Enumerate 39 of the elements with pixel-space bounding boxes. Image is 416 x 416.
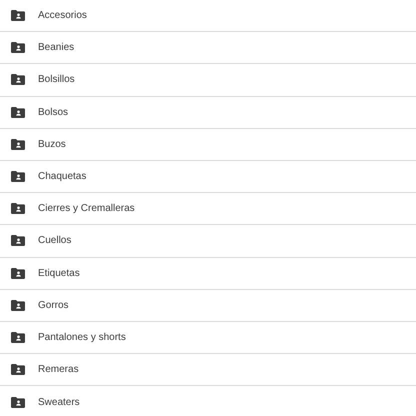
folder-name: Beanies bbox=[38, 41, 74, 56]
shared-folder-icon bbox=[11, 171, 25, 182]
shared-folder-icon bbox=[11, 138, 25, 150]
shared-folder-icon bbox=[11, 10, 25, 22]
folder-name: Cuellos bbox=[38, 234, 72, 248]
shared-folder-icon bbox=[11, 364, 25, 376]
folder-row[interactable]: Bolsos bbox=[0, 96, 416, 129]
folder-row[interactable]: Etiquetas bbox=[0, 258, 416, 290]
folder-row[interactable]: Buzos bbox=[0, 128, 416, 161]
folder-row[interactable]: Cierres y Cremalleras bbox=[0, 193, 416, 226]
folder-name: Sweaters bbox=[38, 396, 80, 410]
shared-folder-icon bbox=[11, 268, 25, 279]
folder-name: Remeras bbox=[38, 363, 79, 378]
folder-row[interactable]: Cuellos bbox=[0, 225, 416, 258]
folder-row[interactable]: Pantalones y shorts bbox=[0, 322, 416, 354]
folder-name: Gorros bbox=[38, 298, 69, 313]
shared-folder-icon bbox=[11, 235, 25, 246]
folder-name: Cierres y Cremalleras bbox=[38, 202, 135, 216]
shared-folder-icon bbox=[11, 42, 25, 54]
folder-name: Bolsos bbox=[38, 106, 68, 120]
folder-row[interactable]: Sweaters bbox=[0, 386, 416, 416]
shared-folder-icon bbox=[11, 106, 25, 118]
folder-row[interactable]: Accesorios bbox=[0, 0, 416, 32]
folder-row[interactable]: Remeras bbox=[0, 354, 416, 386]
folder-name: Pantalones y shorts bbox=[38, 330, 126, 345]
folder-row[interactable]: Gorros bbox=[0, 290, 416, 322]
shared-folder-icon bbox=[11, 300, 25, 311]
folder-row[interactable]: Chaquetas bbox=[0, 160, 416, 194]
folder-name: Bolsillos bbox=[38, 73, 75, 88]
folder-row[interactable]: Beanies bbox=[0, 32, 416, 64]
shared-folder-icon bbox=[11, 74, 25, 86]
shared-folder-icon bbox=[11, 396, 25, 408]
folder-row[interactable]: Bolsillos bbox=[0, 64, 416, 97]
shared-folder-icon bbox=[11, 203, 25, 214]
folder-name: Chaquetas bbox=[38, 170, 86, 184]
folder-name: Buzos bbox=[38, 138, 66, 152]
folder-name: Accesorios bbox=[38, 9, 87, 24]
shared-folder-icon bbox=[11, 332, 25, 343]
folder-name: Etiquetas bbox=[38, 266, 80, 281]
